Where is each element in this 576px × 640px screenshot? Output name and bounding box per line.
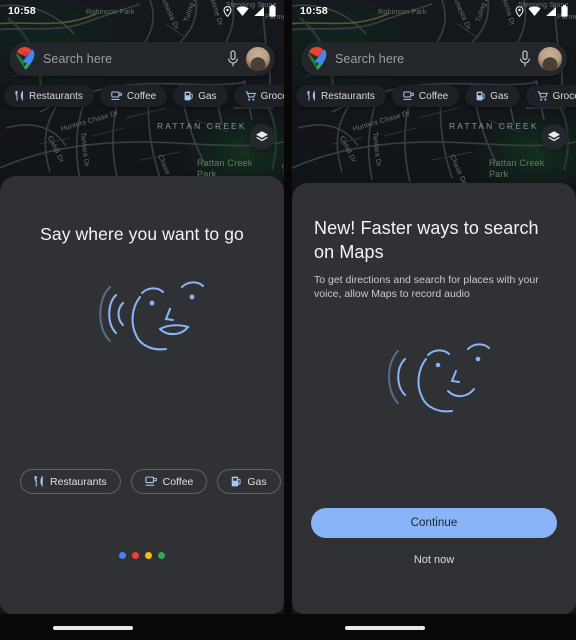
gas-station-icon	[476, 91, 485, 101]
chip-label: Coffee	[126, 90, 157, 102]
page-dot	[132, 552, 139, 559]
coffee-icon	[144, 476, 157, 486]
coffee-icon	[403, 91, 414, 100]
restaurant-icon	[307, 91, 315, 101]
chip-label: Gas	[247, 475, 267, 488]
home-gesture-bar[interactable]	[345, 626, 425, 630]
battery-icon	[561, 5, 568, 17]
map-chip-coffee[interactable]: Coffee	[99, 85, 168, 107]
status-bar: 10:58	[292, 0, 576, 22]
grocery-cart-icon	[537, 91, 548, 101]
mic-permission-sheet: New! Faster ways to search on Maps To ge…	[292, 183, 576, 614]
search-bar[interactable]: Search here	[301, 42, 567, 76]
sheet-category-chip-row[interactable]: Restaurants Coffee Gas	[20, 469, 284, 494]
signal-icon	[254, 6, 264, 16]
signal-icon	[546, 6, 556, 16]
location-pin-icon	[515, 5, 524, 17]
phone-screen-left: Robinson Park Stepping Stone Parme Amest…	[0, 0, 284, 614]
talking-face-with-sound-waves-illustration	[292, 335, 576, 419]
continue-button[interactable]: Continue	[311, 508, 557, 538]
chip-label: Grocer	[552, 90, 576, 102]
sheet-subtitle: To get directions and search for places …	[314, 274, 539, 300]
map-chip-grocery[interactable]: Grocer	[233, 85, 284, 107]
map-layers-button[interactable]	[249, 124, 275, 150]
coffee-icon	[111, 91, 122, 100]
map-chip-grocery[interactable]: Grocer	[525, 85, 576, 107]
grocery-cart-icon	[245, 91, 256, 101]
chip-label: Grocer	[260, 90, 284, 102]
map-category-chip-row[interactable]: Restaurants Coffee Gas Groc	[296, 85, 576, 107]
chip-label: Coffee	[418, 90, 449, 102]
restaurant-icon	[15, 91, 23, 101]
page-dot	[145, 552, 152, 559]
home-gesture-bar[interactable]	[53, 626, 133, 630]
status-bar: 10:58	[0, 0, 284, 22]
layers-icon	[256, 131, 268, 142]
dual-screenshot-stage: Robinson Park Stepping Stone Parme Amest…	[0, 0, 576, 640]
page-dot	[158, 552, 165, 559]
continue-button-label: Continue	[410, 517, 458, 529]
page-dot	[119, 552, 126, 559]
chip-label: Gas	[490, 90, 509, 102]
microphone-icon[interactable]	[518, 50, 532, 68]
page-indicator-dots	[0, 552, 284, 559]
chip-label: Coffee	[162, 475, 194, 488]
map-chip-restaurants[interactable]: Restaurants	[296, 85, 386, 107]
map-label-area: RATTAN CREEK	[157, 121, 247, 131]
google-maps-pin-icon	[308, 47, 327, 70]
battery-icon	[269, 5, 276, 17]
phone-screen-right: Robinson Park Stepping Stone Parme Amest…	[292, 0, 576, 614]
microphone-icon[interactable]	[226, 50, 240, 68]
search-bar[interactable]: Search here	[9, 42, 275, 76]
not-now-button-label: Not now	[413, 554, 455, 566]
chip-label: Restaurants	[50, 475, 107, 488]
location-pin-icon	[223, 5, 232, 17]
avatar[interactable]	[246, 47, 270, 71]
map-chip-gas[interactable]: Gas	[173, 85, 228, 107]
map-chip-restaurants[interactable]: Restaurants	[4, 85, 94, 107]
restaurant-icon	[34, 476, 43, 487]
map-label-park: Rattan Creek Park	[489, 158, 545, 179]
sheet-title: Say where you want to go	[40, 224, 244, 244]
gas-station-icon	[184, 91, 193, 101]
status-clock: 10:58	[300, 5, 328, 17]
status-clock: 10:58	[8, 5, 36, 17]
search-input[interactable]: Search here	[43, 52, 226, 66]
sheet-chip-gas[interactable]: Gas	[217, 469, 281, 494]
map-layers-button[interactable]	[541, 124, 567, 150]
voice-onboarding-sheet: Say where you want to go Restaurants Cof…	[0, 176, 284, 614]
not-now-button[interactable]: Not now	[292, 554, 576, 566]
status-icon-group	[223, 5, 276, 17]
map-category-chip-row[interactable]: Restaurants Coffee Gas Groc	[4, 85, 284, 107]
gas-station-icon	[232, 476, 241, 487]
map-label-area: RATTAN CREEK	[449, 121, 539, 131]
wifi-icon	[236, 6, 249, 16]
talking-face-with-sound-waves-illustration	[0, 267, 284, 361]
chip-label: Restaurants	[29, 90, 83, 102]
map-chip-coffee[interactable]: Coffee	[391, 85, 460, 107]
search-input[interactable]: Search here	[335, 52, 518, 66]
map-chip-gas[interactable]: Gas	[465, 85, 520, 107]
layers-icon	[548, 131, 560, 142]
chip-label: Restaurants	[321, 90, 375, 102]
chip-label: Gas	[198, 90, 217, 102]
sheet-chip-coffee[interactable]: Coffee	[130, 469, 208, 494]
google-maps-pin-icon	[16, 47, 35, 70]
avatar[interactable]	[538, 47, 562, 71]
wifi-icon	[528, 6, 541, 16]
sheet-title: New! Faster ways to search on Maps	[314, 218, 539, 262]
sheet-chip-restaurants[interactable]: Restaurants	[20, 469, 121, 494]
status-icon-group	[515, 5, 568, 17]
